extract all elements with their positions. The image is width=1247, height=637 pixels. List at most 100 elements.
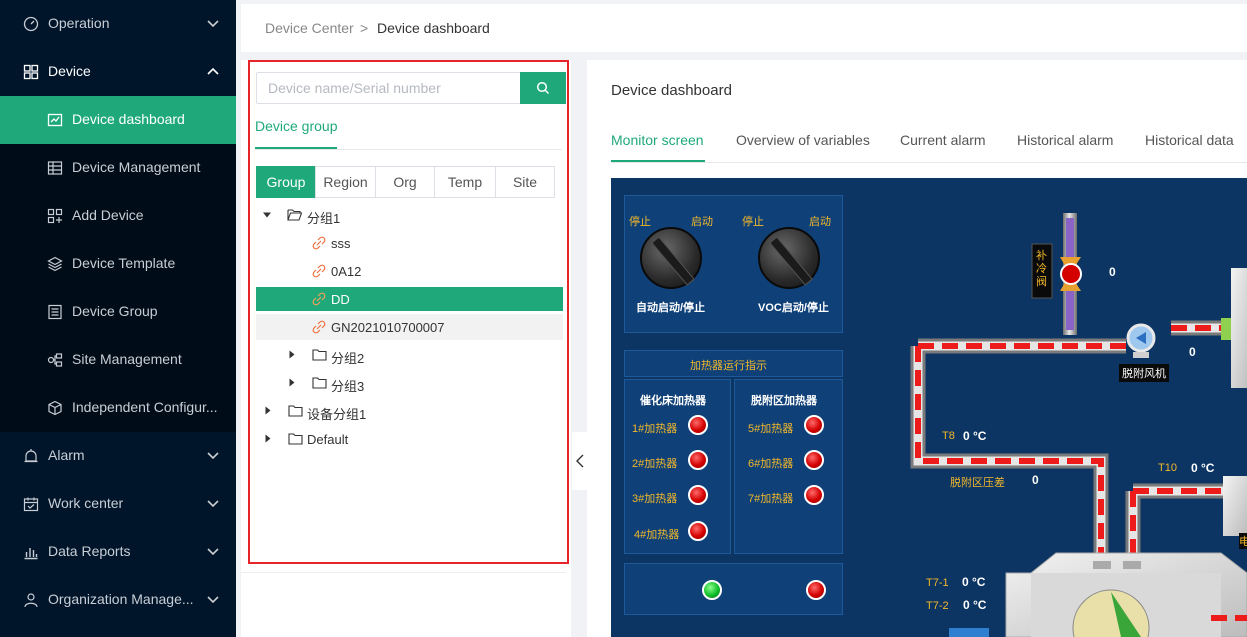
tree-node-device-group1[interactable]: 设备分组1: [256, 398, 563, 424]
tree-node-label: 分组3: [331, 379, 365, 394]
tab-divider: [611, 162, 1247, 163]
bar-chart-icon: [24, 548, 38, 560]
menu-alarm[interactable]: Alarm: [0, 432, 236, 480]
menu-work-center[interactable]: Work center: [0, 480, 236, 528]
caret-right-icon: [265, 406, 271, 415]
caret-right-icon: [289, 350, 295, 359]
desorption-fan-value: 0: [1189, 345, 1196, 359]
breadcrumb-current: Device dashboard: [377, 20, 490, 36]
tree-panel-lower: [241, 572, 566, 637]
organization-icon: [24, 593, 38, 608]
t10-label: T10: [1158, 462, 1177, 474]
sidebar: Operation Device Device dashboard Device…: [0, 0, 236, 637]
menu-data-reports-label: Data Reports: [48, 543, 131, 559]
segment-region[interactable]: Region: [315, 166, 376, 198]
sidebar-item-label: Device Group: [72, 303, 158, 319]
tree-node-default[interactable]: Default: [256, 426, 563, 452]
desorption-fan-label: 脱附风机: [1119, 364, 1169, 382]
link-broken-icon: [312, 236, 326, 250]
chevron-down-icon: [207, 548, 219, 556]
t7-1-label: T7-1: [926, 577, 949, 589]
folder-icon: [288, 433, 303, 445]
cube-icon: [48, 400, 62, 416]
menu-operation[interactable]: Operation: [0, 0, 236, 48]
chevron-down-icon: [207, 452, 219, 460]
folder-icon: [288, 405, 303, 417]
menu-device-label: Device: [48, 63, 91, 79]
sidebar-item-label: Site Management: [72, 351, 182, 367]
sidebar-item-label: Device dashboard: [72, 111, 185, 127]
sidebar-item-device-group[interactable]: Device Group: [0, 288, 236, 336]
monitor-screen: 停止 启动 自动启动/停止 停止 启动 VOC启动/停止 加热器运行指示 催化床…: [611, 178, 1247, 637]
tree-node-group1[interactable]: 分组1: [256, 202, 563, 228]
segment-temp[interactable]: Temp: [434, 166, 496, 198]
sidebar-item-independent-config[interactable]: Independent Configur...: [0, 384, 236, 432]
t7-2-label: T7-2: [926, 600, 949, 612]
chevron-left-icon: [576, 454, 584, 468]
sidebar-item-add-device[interactable]: Add Device: [0, 192, 236, 240]
breadcrumb-parent[interactable]: Device Center: [265, 20, 354, 36]
collapse-panel-button[interactable]: [572, 432, 588, 490]
tab-monitor-screen[interactable]: Monitor screen: [611, 132, 704, 148]
tree-node-label: Default: [307, 432, 349, 447]
folder-open-icon: [287, 209, 302, 221]
sidebar-item-device-template[interactable]: Device Template: [0, 240, 236, 288]
tree-node-group3[interactable]: 分组3: [256, 370, 563, 396]
t10-value: 0 °C: [1191, 461, 1215, 475]
segment-group[interactable]: Group: [256, 166, 316, 198]
tree-node-label: 设备分组1: [307, 407, 367, 422]
sidebar-item-label: Device Template: [72, 255, 176, 271]
link-broken-icon: [312, 292, 326, 306]
chevron-down-icon: [207, 596, 219, 604]
tab-device-group[interactable]: Device group: [255, 118, 338, 134]
caret-right-icon: [289, 378, 295, 387]
breadcrumb: Device Center > Device dashboard: [241, 4, 1247, 52]
edge-label: 电: [1239, 533, 1247, 549]
tab-active-underline: [611, 160, 705, 162]
dashboard-chart-icon: [47, 113, 63, 127]
tab-historical-alarm[interactable]: Historical alarm: [1017, 132, 1113, 148]
sidebar-item-device-management[interactable]: Device Management: [0, 144, 236, 192]
tree-node-label: sss: [331, 236, 351, 251]
search-button[interactable]: [520, 72, 566, 104]
add-device-icon: [47, 208, 63, 224]
menu-organization-label: Organization Manage...: [48, 591, 194, 607]
tree-node-device-0a12[interactable]: 0A12: [256, 258, 563, 284]
menu-alarm-label: Alarm: [48, 447, 85, 463]
chevron-down-icon: [207, 500, 219, 508]
tree-node-device-gn2021010700007[interactable]: GN2021010700007: [256, 314, 563, 340]
t8-label: T8: [942, 430, 955, 442]
folder-icon: [312, 349, 327, 361]
menu-operation-label: Operation: [48, 15, 110, 31]
chevron-up-icon: [207, 67, 219, 75]
group-icon: [48, 304, 62, 320]
menu-device[interactable]: Device: [0, 48, 236, 96]
tab-historical-data[interactable]: Historical data: [1145, 132, 1234, 148]
segment-org[interactable]: Org: [375, 166, 435, 198]
menu-data-reports[interactable]: Data Reports: [0, 528, 236, 576]
tree-node-device-dd[interactable]: DD: [256, 287, 563, 311]
tree-node-device-sss[interactable]: sss: [256, 230, 563, 256]
tab-current-alarm[interactable]: Current alarm: [900, 132, 986, 148]
tab-active-underline: [255, 147, 337, 149]
folder-icon: [312, 377, 327, 389]
t7-1-value: 0 °C: [962, 575, 986, 589]
chevron-down-icon: [207, 20, 219, 28]
pressure-diff-value: 0: [1032, 473, 1039, 487]
sidebar-item-label: Add Device: [72, 207, 144, 223]
calendar-icon: [23, 497, 39, 512]
tab-divider: [255, 149, 562, 150]
segment-site[interactable]: Site: [495, 166, 555, 198]
tree-node-group2[interactable]: 分组2: [256, 342, 563, 368]
device-search-input[interactable]: [256, 72, 521, 104]
sidebar-item-device-dashboard[interactable]: Device dashboard: [0, 96, 236, 144]
tree-node-label: 0A12: [331, 264, 362, 279]
t8-value: 0 °C: [963, 429, 987, 443]
cold-valve-value: 0: [1109, 265, 1116, 279]
sidebar-item-site-management[interactable]: Site Management: [0, 336, 236, 384]
breadcrumb-separator: >: [360, 20, 369, 36]
tab-overview-of-variables[interactable]: Overview of variables: [736, 132, 870, 148]
menu-organization[interactable]: Organization Manage...: [0, 576, 236, 624]
pressure-diff-label: 脱附区压差: [950, 477, 1005, 489]
template-icon: [47, 256, 63, 272]
